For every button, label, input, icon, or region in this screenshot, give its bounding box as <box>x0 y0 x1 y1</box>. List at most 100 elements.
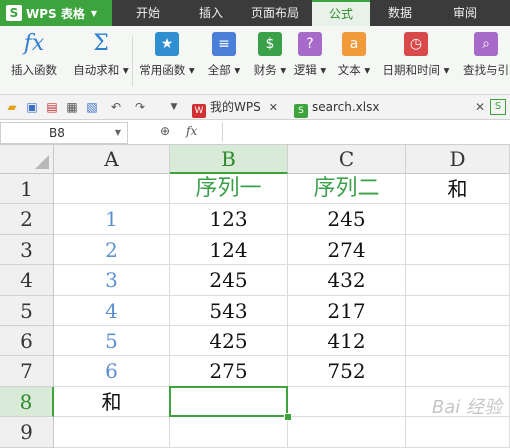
cell-B4[interactable]: 245 <box>170 265 288 296</box>
cell-C8[interactable] <box>288 386 406 418</box>
cell-A6[interactable]: 5 <box>54 326 170 357</box>
column-header-B[interactable]: B <box>170 145 288 174</box>
formula-ribbon: fx 插入函数 Σ 自动求和 ▾ ★ 常用函数 ▾ ≡ 全部 ▾ $ 财务 ▾? 逻辑 ▾ a 文本 ▾… <box>0 26 510 95</box>
row-header-6[interactable]: 6 <box>0 326 54 357</box>
cell-C5[interactable]: 217 <box>288 295 406 326</box>
print-preview-icon[interactable]: ▧ <box>84 99 100 115</box>
ribbon-btn-clock[interactable]: ◷ 日期和时间 ▾ <box>378 30 454 90</box>
tab-0[interactable]: 开始 <box>112 0 184 26</box>
cell-B3[interactable]: 124 <box>170 234 288 266</box>
column-header-A[interactable]: A <box>54 145 170 174</box>
tab-5[interactable]: 审阅 <box>430 0 500 26</box>
cell-D1[interactable]: 和 <box>406 174 510 205</box>
select-all-corner[interactable] <box>0 145 54 174</box>
fx-controls: ⊕ fx <box>160 124 220 140</box>
fx-icon[interactable]: fx <box>186 124 197 138</box>
cell-B1[interactable]: 序列一 <box>170 174 288 205</box>
cell-D6[interactable] <box>406 326 510 357</box>
cell-C9[interactable] <box>288 417 406 448</box>
save-icon[interactable]: ▣ <box>24 99 40 115</box>
undo-icon[interactable]: ↶ <box>108 99 124 115</box>
column-header-D[interactable]: D <box>406 145 510 174</box>
ribbon-btn-sigma[interactable]: Σ 自动求和 ▾ <box>70 30 132 90</box>
cell-C2[interactable]: 245 <box>288 204 406 235</box>
formula-input[interactable] <box>222 122 510 142</box>
cell-C3[interactable]: 274 <box>288 234 406 266</box>
close-icon[interactable]: ✕ <box>472 99 488 115</box>
ribbon-btn-text[interactable]: a 文本 ▾ <box>334 30 374 90</box>
tab-1[interactable]: 插入 <box>184 0 238 26</box>
tab-4[interactable]: 数据 <box>370 0 430 26</box>
cell-A4[interactable]: 3 <box>54 265 170 296</box>
redo-icon[interactable]: ↷ <box>132 99 148 115</box>
doc-tab-1[interactable]: Ssearch.xlsx <box>294 97 379 118</box>
wps-icon: W <box>192 104 206 118</box>
ribbon-btn-finance[interactable]: $ 财务 ▾ <box>250 30 290 90</box>
cell-A3[interactable]: 2 <box>54 234 170 266</box>
cell-B5[interactable]: 543 <box>170 295 288 326</box>
cell-A8[interactable]: 和 <box>54 386 170 418</box>
ribbon-label: 自动求和 ▾ <box>73 63 129 77</box>
column-header-C[interactable]: C <box>288 145 406 174</box>
ribbon-label: 逻辑 ▾ <box>293 63 327 77</box>
ribbon-label: 查找与引 <box>463 63 509 77</box>
ribbon-btn-logic[interactable]: ? 逻辑 ▾ <box>290 30 330 90</box>
row-header-7[interactable]: 7 <box>0 356 54 387</box>
row-header-3[interactable]: 3 <box>0 234 54 266</box>
chevron-down-icon: ▼ <box>114 128 121 137</box>
name-box-value: B8 <box>49 126 65 140</box>
cell-C1[interactable]: 序列二 <box>288 174 406 205</box>
print-icon[interactable]: ▦ <box>64 99 80 115</box>
cell-A2[interactable]: 1 <box>54 204 170 235</box>
cell-B6[interactable]: 425 <box>170 326 288 357</box>
ribbon-btn-star[interactable]: ★ 常用函数 ▾ <box>136 30 198 90</box>
workbook-icon[interactable]: S <box>490 99 506 115</box>
finance-icon: $ <box>258 32 282 56</box>
formula-bar: B8 ▼ ⊕ fx <box>0 120 510 145</box>
cell-B9[interactable] <box>170 417 288 448</box>
doc-tab-0[interactable]: W 我的WPS ✕ <box>192 97 278 118</box>
ribbon-btn-list[interactable]: ≡ 全部 ▾ <box>202 30 246 90</box>
row-header-2[interactable]: 2 <box>0 204 54 235</box>
cell-D2[interactable] <box>406 204 510 235</box>
row-header-8[interactable]: 8 <box>0 386 54 418</box>
cell-D7[interactable] <box>406 356 510 387</box>
row-header-9[interactable]: 9 <box>0 417 54 448</box>
cell-C4[interactable]: 432 <box>288 265 406 296</box>
tab-3[interactable]: 公式 <box>312 0 370 26</box>
ribbon-btn-fx[interactable]: fx 插入函数 <box>2 30 66 90</box>
cell-D9[interactable] <box>406 417 510 448</box>
export-pdf-icon[interactable]: ▤ <box>44 99 60 115</box>
cell-A9[interactable] <box>54 417 170 448</box>
name-box[interactable]: B8 ▼ <box>0 122 128 144</box>
cell-A1[interactable] <box>54 174 170 205</box>
cell-C6[interactable]: 412 <box>288 326 406 357</box>
wps-logo-icon: S <box>6 5 22 21</box>
cell-B2[interactable]: 123 <box>170 204 288 235</box>
fill-handle[interactable] <box>284 413 292 422</box>
quick-access-bar: ▰ ▣ ▤ ▦ ▧ ↶ ↷ ▼ W 我的WPS ✕ Ssearch.xlsx ✕ S <box>0 95 510 120</box>
logic-icon: ? <box>298 32 322 56</box>
cell-C7[interactable]: 752 <box>288 356 406 387</box>
tab-2[interactable]: 页面布局 <box>238 0 312 26</box>
sheet-icon: S <box>294 104 308 118</box>
cell-A7[interactable]: 6 <box>54 356 170 387</box>
cell-D3[interactable] <box>406 234 510 266</box>
row-header-5[interactable]: 5 <box>0 295 54 326</box>
ribbon-label: 插入函数 <box>11 63 57 77</box>
close-icon[interactable]: ✕ <box>269 101 278 114</box>
ribbon-label: 日期和时间 ▾ <box>382 63 450 77</box>
open-folder-icon[interactable]: ▰ <box>4 99 20 115</box>
ribbon-btn-lookup[interactable]: ⌕ 查找与引 <box>456 30 510 90</box>
cell-D5[interactable] <box>406 295 510 326</box>
cell-D4[interactable] <box>406 265 510 296</box>
row-header-4[interactable]: 4 <box>0 265 54 296</box>
app-menu-button[interactable]: S WPS 表格 ▼ <box>0 0 112 26</box>
cell-B7[interactable]: 275 <box>170 356 288 387</box>
zoom-search-icon[interactable]: ⊕ <box>160 124 170 138</box>
text-icon: a <box>342 32 366 56</box>
row-header-1[interactable]: 1 <box>0 174 54 205</box>
customize-dropdown-icon[interactable]: ▼ <box>166 99 182 115</box>
ribbon-label: 全部 ▾ <box>207 63 241 77</box>
cell-A5[interactable]: 4 <box>54 295 170 326</box>
